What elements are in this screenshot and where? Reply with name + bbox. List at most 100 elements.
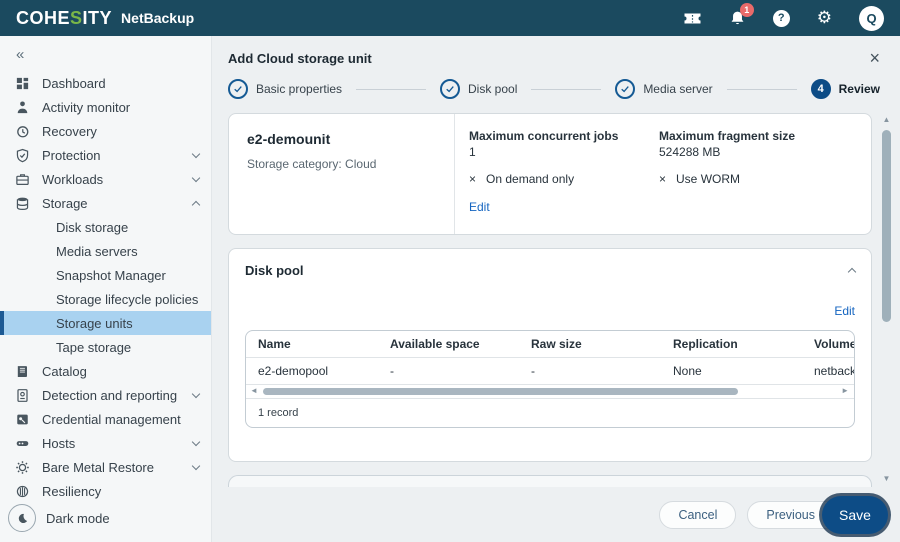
dashboard-icon — [14, 75, 30, 91]
brand-suffix: ITY — [83, 8, 113, 29]
storage-database-icon — [14, 195, 30, 211]
sidebar-item-disk-storage[interactable]: Disk storage — [0, 215, 211, 239]
scroll-left-arrow-icon[interactable]: ◄ — [250, 386, 258, 395]
section-collapse-chevron-icon[interactable] — [848, 268, 856, 276]
review-content: e2-demounit Storage category: Cloud Maxi… — [212, 107, 900, 487]
save-button[interactable]: Save — [822, 496, 888, 534]
step-connector — [356, 89, 426, 90]
recovery-clock-icon — [14, 123, 30, 139]
scroll-up-arrow-icon[interactable]: ▲ — [881, 115, 892, 124]
max-fragment-size-field: Maximum fragment size 524288 MB — [659, 129, 871, 159]
sidebar-item-workloads[interactable]: Workloads — [0, 167, 211, 191]
wizard-panel: Add Cloud storage unit × Basic propertie… — [212, 36, 900, 542]
chevron-down-icon — [192, 461, 200, 469]
disk-pool-table: Name Available space Raw size Replicatio… — [245, 330, 855, 428]
sidebar-item-activity-monitor[interactable]: Activity monitor — [0, 95, 211, 119]
chevron-down-icon — [192, 149, 200, 157]
help-icon[interactable]: ? — [773, 10, 790, 27]
record-count: 1 record — [246, 399, 854, 427]
notification-badge: 1 — [740, 3, 754, 17]
column-raw-size: Raw size — [531, 337, 673, 351]
step-media-server[interactable]: Media server — [615, 79, 712, 99]
bare-metal-restore-gear-icon — [14, 459, 30, 475]
sidebar-item-resiliency[interactable]: Resiliency — [0, 479, 211, 503]
sidebar-collapse-button[interactable]: « — [0, 46, 211, 63]
sidebar-item-media-servers[interactable]: Media servers — [0, 239, 211, 263]
step-number-badge: 4 — [811, 79, 831, 99]
sidebar-item-bare-metal-restore[interactable]: Bare Metal Restore — [0, 455, 211, 479]
column-replication: Replication — [673, 337, 814, 351]
max-concurrent-jobs-field: Maximum concurrent jobs 1 — [469, 129, 659, 159]
sidebar-item-snapshot-manager[interactable]: Snapshot Manager — [0, 263, 211, 287]
chevron-down-icon — [192, 437, 200, 445]
top-header-bar: COHESITY NetBackup 1 ? ⚙ Q — [0, 0, 900, 36]
cancel-button[interactable]: Cancel — [659, 501, 736, 529]
notifications-bell-icon[interactable]: 1 — [729, 10, 746, 27]
chevron-down-icon — [192, 389, 200, 397]
sidebar-item-dashboard[interactable]: Dashboard — [0, 71, 211, 95]
basic-properties-summary-card: e2-demounit Storage category: Cloud Maxi… — [228, 113, 872, 235]
disk-pool-section-card: Disk pool Edit Name Available space Raw … — [228, 248, 872, 462]
activity-monitor-icon — [14, 99, 30, 115]
sidebar-item-hosts[interactable]: Hosts — [0, 431, 211, 455]
sidebar-item-tape-storage[interactable]: Tape storage — [0, 335, 211, 359]
workloads-briefcase-icon — [14, 171, 30, 187]
sidebar-item-protection[interactable]: Protection — [0, 143, 211, 167]
column-available-space: Available space — [390, 337, 531, 351]
resiliency-icon — [14, 483, 30, 499]
brand-prefix: COHE — [16, 8, 70, 29]
step-complete-check-icon — [615, 79, 635, 99]
sidebar-item-catalog[interactable]: Catalog — [0, 359, 211, 383]
sidebar-item-storage[interactable]: Storage — [0, 191, 211, 215]
step-disk-pool[interactable]: Disk pool — [440, 79, 517, 99]
step-connector — [727, 89, 797, 90]
storage-unit-name: e2-demounit — [247, 131, 454, 147]
hosts-server-icon — [14, 435, 30, 451]
horizontal-scrollbar[interactable]: ◄ ► — [246, 385, 854, 399]
product-name: NetBackup — [121, 10, 194, 26]
vertical-scrollbar[interactable]: ▲ ▼ — [881, 115, 892, 483]
protection-shield-icon — [14, 147, 30, 163]
settings-gear-icon[interactable]: ⚙ — [817, 10, 832, 27]
table-row[interactable]: e2-demopool - - None netbackup — [246, 358, 854, 385]
moon-icon — [16, 512, 29, 525]
sidebar-item-storage-units[interactable]: Storage units — [0, 311, 211, 335]
sidebar-item-detection-and-reporting[interactable]: Detection and reporting — [0, 383, 211, 407]
storage-category: Storage category: Cloud — [247, 157, 454, 171]
x-mark-icon: × — [469, 172, 476, 186]
on-demand-only-flag: × On demand only — [469, 172, 659, 186]
step-review[interactable]: 4 Review — [811, 79, 880, 99]
wizard-footer: Cancel Previous Save — [212, 487, 900, 542]
vertical-scrollbar-thumb[interactable] — [882, 130, 891, 322]
scroll-down-arrow-icon[interactable]: ▼ — [881, 474, 892, 483]
disk-pool-section-title: Disk pool — [245, 263, 304, 278]
step-complete-check-icon — [440, 79, 460, 99]
license-ticket-icon[interactable] — [683, 11, 702, 26]
chevron-up-icon — [192, 200, 200, 208]
left-navigation-sidebar: « Dashboard Activity monitor Recovery Pr… — [0, 36, 212, 542]
wizard-stepper: Basic properties Disk pool Media server … — [212, 69, 900, 107]
report-document-icon — [14, 387, 30, 403]
use-worm-flag: × Use WORM — [659, 172, 871, 186]
horizontal-scrollbar-thumb[interactable] — [263, 388, 738, 395]
step-connector — [531, 89, 601, 90]
user-avatar[interactable]: Q — [859, 6, 884, 31]
step-basic-properties[interactable]: Basic properties — [228, 79, 342, 99]
edit-disk-pool-link[interactable]: Edit — [834, 304, 855, 318]
dark-mode-toggle[interactable]: Dark mode — [0, 504, 211, 532]
sidebar-item-recovery[interactable]: Recovery — [0, 119, 211, 143]
page-title: Add Cloud storage unit — [228, 51, 372, 66]
edit-basic-properties-link[interactable]: Edit — [469, 200, 490, 214]
table-header-row: Name Available space Raw size Replicatio… — [246, 331, 854, 358]
next-section-card-edge — [228, 475, 872, 487]
cohesity-logo: COHESITY — [16, 8, 112, 29]
sidebar-item-storage-lifecycle-policies[interactable]: Storage lifecycle policies — [0, 287, 211, 311]
step-complete-check-icon — [228, 79, 248, 99]
close-icon[interactable]: × — [869, 49, 880, 67]
catalog-book-icon — [14, 363, 30, 379]
column-name: Name — [258, 337, 390, 351]
scroll-right-arrow-icon[interactable]: ► — [841, 386, 849, 395]
sidebar-item-credential-management[interactable]: Credential management — [0, 407, 211, 431]
column-volumes: Volumes — [814, 337, 854, 351]
brand-highlight: S — [70, 8, 83, 29]
